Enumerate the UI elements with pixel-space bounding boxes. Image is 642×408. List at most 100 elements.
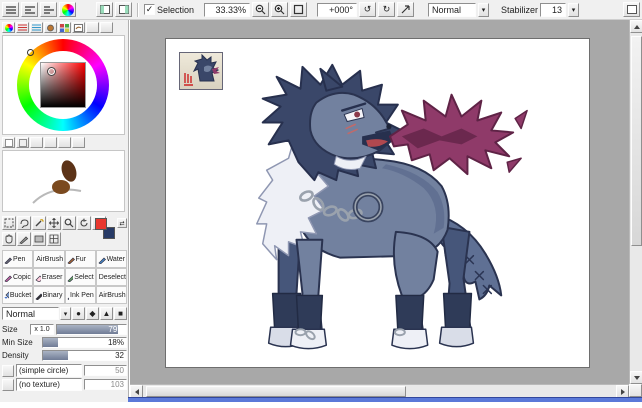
- rotate-ccw-button[interactable]: ↺: [359, 2, 377, 17]
- sv-cursor[interactable]: [47, 67, 56, 76]
- saturation-value-square[interactable]: [40, 62, 86, 108]
- size-multiplier-box[interactable]: x 1.0: [30, 323, 54, 335]
- magic-wand-tool[interactable]: [32, 216, 46, 230]
- panel-extra-toggle-2[interactable]: [100, 22, 113, 33]
- color-wheel-toggle[interactable]: [2, 22, 15, 33]
- scroll-down-button[interactable]: [630, 371, 642, 384]
- density-label: Density: [2, 350, 29, 360]
- scratchpad-panel[interactable]: [2, 150, 125, 212]
- brush-tip-square-button[interactable]: ■: [114, 307, 127, 320]
- stabilizer-dropdown-button[interactable]: ▾: [568, 2, 580, 17]
- paper-quality-toggle-3[interactable]: [30, 137, 43, 148]
- brush-label: AirBrush: [98, 291, 126, 299]
- brush-bucket[interactable]: Bucket: [2, 286, 34, 304]
- brush-tip-triangle-button[interactable]: ▲: [100, 307, 113, 320]
- paper-quality-toggle-6[interactable]: [72, 137, 85, 148]
- scroll-left-button[interactable]: [130, 385, 143, 397]
- panel-layout-button[interactable]: [2, 2, 19, 17]
- min-size-slider[interactable]: 18%: [42, 336, 127, 348]
- zoom-tool[interactable]: [62, 216, 76, 230]
- panel-extra-toggle-1[interactable]: [86, 22, 99, 33]
- panel-layout-button-2[interactable]: [21, 2, 38, 17]
- brush-tip-diamond-button[interactable]: ◆: [86, 307, 99, 320]
- drawing-canvas[interactable]: [165, 38, 590, 368]
- brush-airbrush[interactable]: AirBrush: [33, 250, 65, 268]
- hsv-slider-toggle[interactable]: [30, 22, 43, 33]
- texture-dropdown[interactable]: (no texture): [16, 378, 82, 391]
- toolbar-overflow-button[interactable]: [623, 2, 640, 17]
- brush-eraser[interactable]: Eraser: [33, 268, 65, 286]
- brush-pen[interactable]: Pen: [2, 250, 34, 268]
- rgb-slider-toggle[interactable]: [16, 22, 29, 33]
- zoom-in-button[interactable]: [271, 2, 289, 17]
- marquee-tool[interactable]: [2, 216, 16, 230]
- scroll-up-button[interactable]: [630, 20, 642, 33]
- swap-colors-button[interactable]: ⇄: [117, 218, 127, 228]
- min-size-slider-fill: [43, 337, 58, 347]
- brush-water[interactable]: Water: [95, 250, 127, 268]
- horizontal-scrollbar[interactable]: [130, 384, 629, 397]
- horizontal-scroll-thumb[interactable]: [146, 386, 406, 397]
- density-slider[interactable]: 32: [42, 349, 127, 361]
- paper-quality-toggle-5[interactable]: [58, 137, 71, 148]
- texture-button[interactable]: [2, 378, 14, 391]
- paper-quality-toggle-2[interactable]: [16, 137, 29, 148]
- scroll-right-button[interactable]: [616, 385, 629, 397]
- texture-value-label: (no texture): [19, 380, 60, 389]
- hue-cursor[interactable]: [27, 49, 34, 56]
- rotate-cw-button[interactable]: ↻: [378, 2, 396, 17]
- blend-mode-dropdown-button[interactable]: ▾: [60, 307, 71, 320]
- swatch-grid-icon: [60, 23, 69, 32]
- angle-value-field[interactable]: +000°: [317, 2, 358, 17]
- scratchpad-toggle[interactable]: [72, 22, 85, 33]
- zoom-reset-button[interactable]: [290, 2, 308, 17]
- fg-color-swatch[interactable]: [95, 218, 107, 230]
- brush-tip-circle-button[interactable]: ●: [72, 307, 85, 320]
- color-mixer-toggle[interactable]: [44, 22, 57, 33]
- brush-inkpen[interactable]: Ink Pen: [64, 286, 96, 304]
- selection-checkbox[interactable]: ✓: [144, 4, 155, 15]
- zoom-value-field[interactable]: 33.33%: [204, 2, 251, 17]
- hand-tool[interactable]: [2, 232, 16, 246]
- paper-toggle-row: [2, 137, 85, 148]
- down-arrow-icon: [633, 375, 640, 380]
- tool-button[interactable]: [32, 232, 46, 246]
- lasso-tool[interactable]: [17, 216, 31, 230]
- edge-hardness-slider[interactable]: 50: [84, 365, 127, 376]
- swatches-toggle[interactable]: [58, 22, 71, 33]
- sliders-icon: [18, 24, 27, 31]
- size-slider[interactable]: 79.0: [56, 323, 127, 335]
- vertical-scrollbar[interactable]: [629, 20, 642, 384]
- brush-fur[interactable]: Fur: [64, 250, 96, 268]
- texture-scale-slider[interactable]: 103: [84, 379, 127, 390]
- edge-shape-button[interactable]: [2, 364, 14, 377]
- selection-mode-dropdown[interactable]: Normal: [428, 2, 477, 17]
- brush-binary[interactable]: Binary: [33, 286, 65, 304]
- canvas-workspace[interactable]: [130, 20, 642, 397]
- paper-quality-toggle-4[interactable]: [44, 137, 57, 148]
- brush-airbrush-2[interactable]: AirBrush: [95, 286, 127, 304]
- tool-button[interactable]: [47, 232, 61, 246]
- show-left-pane-button[interactable]: [96, 2, 113, 17]
- stabilizer-value-field[interactable]: 13: [540, 2, 567, 17]
- brush-copic[interactable]: Copic: [2, 268, 34, 286]
- rotate-canvas-tool[interactable]: [77, 216, 91, 230]
- color-panel-button[interactable]: [59, 2, 76, 17]
- tool-button[interactable]: [17, 232, 31, 246]
- panel-layout-button-3[interactable]: [40, 2, 57, 17]
- brush-deselect[interactable]: Deselect: [95, 268, 127, 286]
- pane-icon: [626, 5, 637, 14]
- edge-shape-dropdown[interactable]: (simple circle): [16, 364, 82, 377]
- brush-select[interactable]: Select: [64, 268, 96, 286]
- move-tool[interactable]: [47, 216, 61, 230]
- bucket-icon: [4, 291, 9, 298]
- show-right-pane-button[interactable]: [115, 2, 132, 17]
- zoom-out-button[interactable]: [252, 2, 270, 17]
- vertical-scroll-thumb[interactable]: [631, 36, 642, 246]
- paper-quality-toggle-1[interactable]: [2, 137, 15, 148]
- move-icon: [49, 218, 59, 228]
- blend-mode-dropdown[interactable]: Normal: [2, 307, 59, 320]
- marquee-icon: [4, 218, 14, 228]
- angle-reset-button[interactable]: [397, 2, 415, 17]
- selection-mode-dropdown-button[interactable]: ▾: [478, 2, 490, 17]
